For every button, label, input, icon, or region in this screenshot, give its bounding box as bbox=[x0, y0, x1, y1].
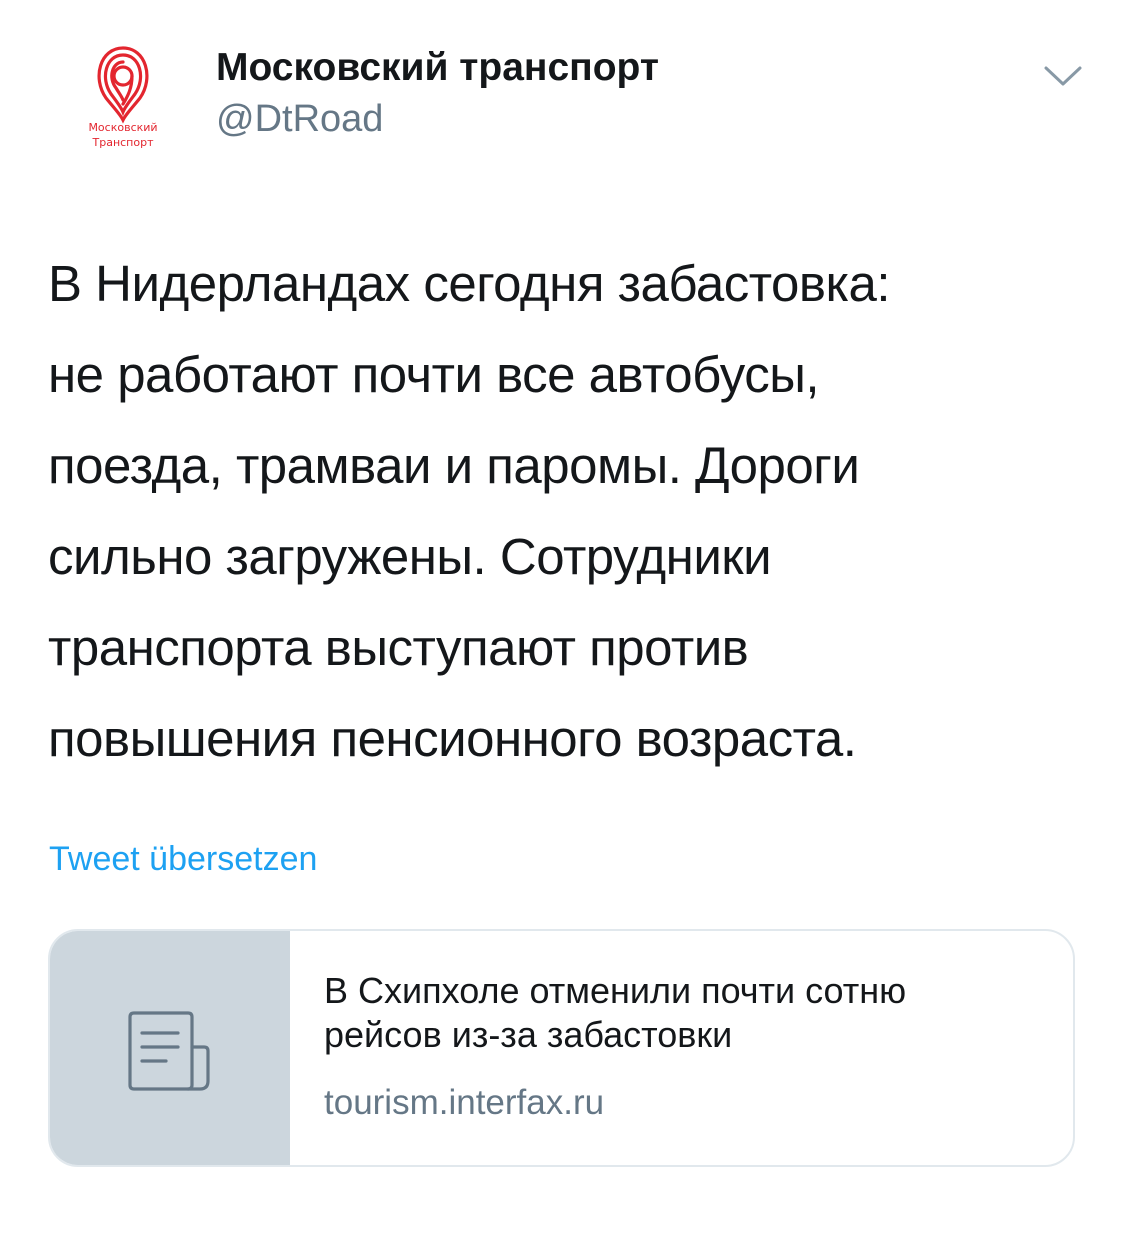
card-thumbnail bbox=[50, 931, 290, 1165]
tweet-text: В Нидерландах сегодня забастовка: не раб… bbox=[48, 238, 1088, 784]
author-handle[interactable]: @DtRoad bbox=[216, 98, 383, 141]
tweet-text-line: транспорта выступают против bbox=[48, 619, 749, 676]
logo-text-line1: Московский bbox=[88, 121, 157, 134]
card-domain: tourism.interfax.ru bbox=[324, 1083, 605, 1122]
tweet-text-line: поезда, трамваи и паромы. Дороги bbox=[48, 437, 860, 494]
moscow-transport-logo: Московский Транспорт bbox=[88, 46, 158, 149]
card-title-line: В Схипхоле отменили почти сотню bbox=[324, 970, 907, 1011]
author-name[interactable]: Московский транспорт bbox=[216, 46, 659, 90]
tweet-text-line: не работают почти все автобусы, bbox=[48, 346, 820, 403]
card-title-line: рейсов из-за забастовки bbox=[324, 1014, 733, 1055]
logo-text-line2: Транспорт bbox=[92, 136, 155, 149]
translate-tweet-link[interactable]: Tweet übersetzen bbox=[49, 840, 317, 879]
document-icon bbox=[128, 1011, 210, 1091]
avatar[interactable]: Московский Транспорт bbox=[62, 30, 184, 160]
tweet-text-line: повышения пенсионного возраста. bbox=[48, 710, 857, 767]
tweet-text-line: В Нидерландах сегодня забастовка: bbox=[48, 255, 890, 312]
chevron-down-icon[interactable] bbox=[1040, 56, 1086, 96]
tweet: Московский Транспорт Московский транспор… bbox=[0, 0, 1125, 1233]
link-preview-card[interactable]: В Схипхоле отменили почти сотню рейсов и… bbox=[48, 929, 1075, 1167]
card-title: В Схипхоле отменили почти сотню рейсов и… bbox=[324, 969, 1064, 1057]
tweet-text-line: сильно загружены. Сотрудники bbox=[48, 528, 772, 585]
